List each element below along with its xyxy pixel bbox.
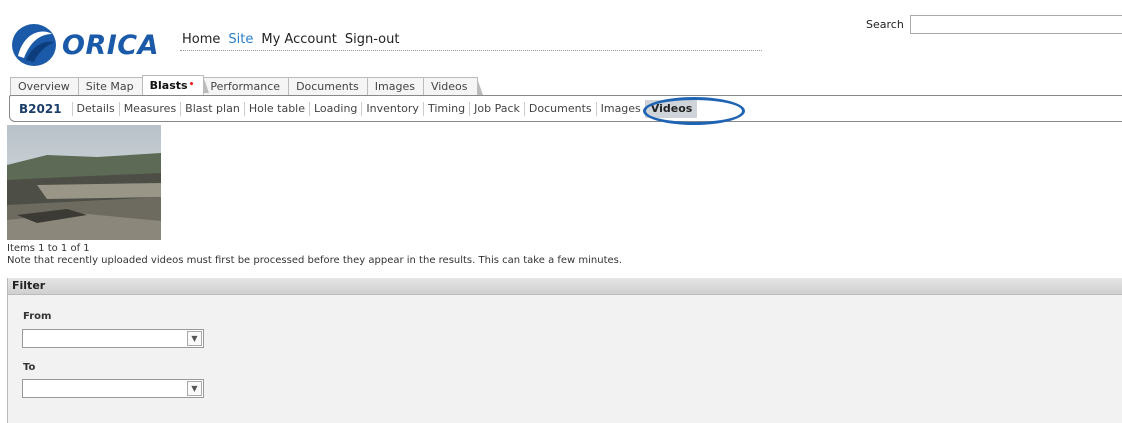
- chevron-down-icon[interactable]: ▼: [187, 331, 202, 346]
- subnav-images[interactable]: Images: [595, 101, 645, 116]
- highlight-ring: [643, 97, 745, 125]
- orica-logo-icon: [10, 22, 58, 68]
- subnav-documents[interactable]: Documents: [523, 101, 596, 116]
- tab-blasts[interactable]: Blasts•: [141, 75, 210, 95]
- filter-panel: Filter From ▼ To ▼: [7, 278, 1122, 423]
- blast-id: B2021: [19, 101, 62, 116]
- tab-overview[interactable]: Overview: [10, 77, 85, 95]
- subnav-hole-table[interactable]: Hole table: [243, 101, 309, 116]
- subnav-measures[interactable]: Measures: [118, 101, 180, 116]
- nav-my-account[interactable]: My Account: [261, 32, 337, 47]
- tab-videos[interactable]: Videos: [422, 77, 483, 95]
- nav-site[interactable]: Site: [228, 32, 253, 47]
- from-label: From: [23, 311, 52, 322]
- top-nav: Home Site My Account Sign-out: [182, 32, 399, 47]
- nav-sign-out[interactable]: Sign-out: [345, 32, 400, 47]
- main-tabs: Overview Site Map Blasts• Performance Do…: [10, 75, 483, 95]
- search-input[interactable]: [909, 15, 1122, 34]
- subnav-job-pack[interactable]: Job Pack: [469, 101, 524, 116]
- processing-note: Note that recently uploaded videos must …: [7, 255, 623, 266]
- subnav-loading[interactable]: Loading: [309, 101, 361, 116]
- search-label: Search: [866, 18, 904, 31]
- subnav-details[interactable]: Details: [71, 101, 119, 116]
- orica-logo[interactable]: ORICA: [10, 22, 159, 68]
- blast-subnav: B2021 Details Measures Blast plan Hole t…: [9, 95, 1122, 122]
- logo-wordmark: ORICA: [62, 29, 159, 61]
- to-select[interactable]: ▼: [22, 379, 204, 398]
- search-area: Search: [866, 15, 1122, 34]
- tab-site-map[interactable]: Site Map: [77, 77, 149, 95]
- subnav-inventory[interactable]: Inventory: [361, 101, 423, 116]
- tab-documents[interactable]: Documents: [288, 77, 374, 95]
- tab-performance[interactable]: Performance: [202, 77, 295, 95]
- subnav-blast-plan[interactable]: Blast plan: [180, 101, 244, 116]
- filter-header: Filter: [8, 278, 1122, 295]
- video-thumbnail[interactable]: [7, 125, 161, 240]
- notification-dot-icon: •: [188, 80, 195, 90]
- nav-home[interactable]: Home: [182, 32, 220, 47]
- header-divider: [180, 50, 762, 51]
- tab-images[interactable]: Images: [366, 77, 431, 95]
- from-select[interactable]: ▼: [22, 329, 204, 348]
- chevron-down-icon[interactable]: ▼: [187, 381, 202, 396]
- to-label: To: [23, 362, 36, 373]
- result-count: Items 1 to 1 of 1: [7, 243, 90, 254]
- subnav-timing[interactable]: Timing: [422, 101, 469, 116]
